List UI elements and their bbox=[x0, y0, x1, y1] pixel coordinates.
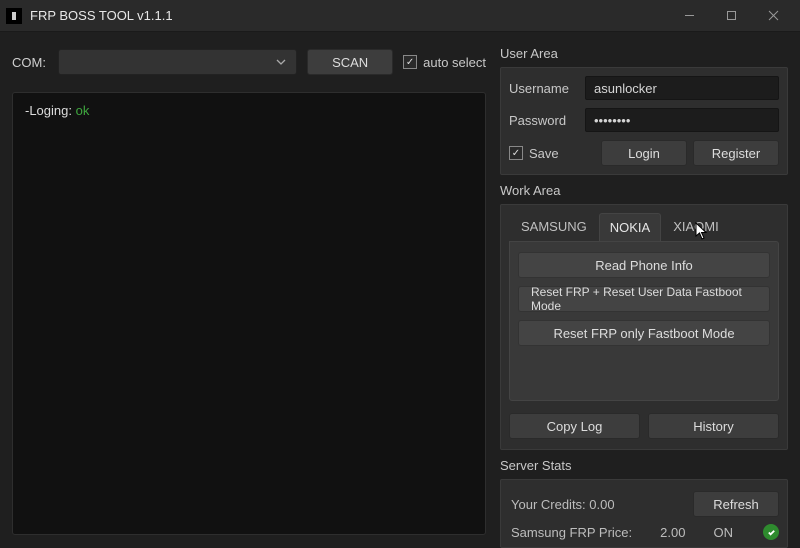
save-checkbox[interactable]: ✓ Save bbox=[509, 146, 595, 161]
samsung-price-value: 2.00 bbox=[660, 525, 685, 540]
com-port-select[interactable] bbox=[58, 49, 297, 75]
work-area-panel: SAMSUNG NOKIA XIAOMI Read Phone Info Res… bbox=[500, 204, 788, 450]
credits-label: Your Credits: 0.00 bbox=[511, 497, 615, 512]
auto-select-checkbox[interactable]: ✓ auto select bbox=[403, 55, 486, 70]
username-input[interactable] bbox=[585, 76, 779, 100]
read-phone-info-button[interactable]: Read Phone Info bbox=[518, 252, 770, 278]
password-label: Password bbox=[509, 113, 579, 128]
auto-select-label: auto select bbox=[423, 55, 486, 70]
user-area-title: User Area bbox=[500, 46, 788, 61]
window-title: FRP BOSS TOOL v1.1.1 bbox=[30, 8, 668, 23]
work-area-title: Work Area bbox=[500, 183, 788, 198]
tab-samsung[interactable]: SAMSUNG bbox=[511, 213, 597, 241]
copy-log-button[interactable]: Copy Log bbox=[509, 413, 640, 439]
server-stats-title: Server Stats bbox=[500, 458, 788, 473]
tab-xiaomi[interactable]: XIAOMI bbox=[663, 213, 729, 241]
log-prefix: -Loging: bbox=[25, 103, 76, 118]
login-button[interactable]: Login bbox=[601, 140, 687, 166]
check-icon bbox=[767, 528, 776, 537]
tab-content: Read Phone Info Reset FRP + Reset User D… bbox=[509, 241, 779, 401]
check-icon: ✓ bbox=[509, 146, 523, 160]
chevron-down-icon bbox=[276, 59, 286, 65]
log-status: ok bbox=[76, 103, 90, 118]
reset-frp-userdata-button[interactable]: Reset FRP + Reset User Data Fastboot Mod… bbox=[518, 286, 770, 312]
maximize-button[interactable] bbox=[710, 0, 752, 31]
save-label: Save bbox=[529, 146, 559, 161]
history-button[interactable]: History bbox=[648, 413, 779, 439]
server-stats-panel: Your Credits: 0.00 Refresh Samsung FRP P… bbox=[500, 479, 788, 548]
app-icon bbox=[6, 8, 22, 24]
title-bar: FRP BOSS TOOL v1.1.1 bbox=[0, 0, 800, 32]
password-input[interactable] bbox=[585, 108, 779, 132]
scan-button[interactable]: SCAN bbox=[307, 49, 393, 75]
samsung-price-status: ON bbox=[713, 525, 733, 540]
tab-nokia[interactable]: NOKIA bbox=[599, 213, 661, 241]
status-ok-badge bbox=[763, 524, 779, 540]
com-label: COM: bbox=[12, 55, 48, 70]
close-button[interactable] bbox=[752, 0, 794, 31]
refresh-button[interactable]: Refresh bbox=[693, 491, 779, 517]
minimize-button[interactable] bbox=[668, 0, 710, 31]
samsung-price-label: Samsung FRP Price: bbox=[511, 525, 632, 540]
register-button[interactable]: Register bbox=[693, 140, 779, 166]
reset-frp-only-button[interactable]: Reset FRP only Fastboot Mode bbox=[518, 320, 770, 346]
username-label: Username bbox=[509, 81, 579, 96]
user-area-panel: Username Password ✓ Save Login Register bbox=[500, 67, 788, 175]
log-output: -Loging: ok bbox=[12, 92, 486, 535]
check-icon: ✓ bbox=[403, 55, 417, 69]
